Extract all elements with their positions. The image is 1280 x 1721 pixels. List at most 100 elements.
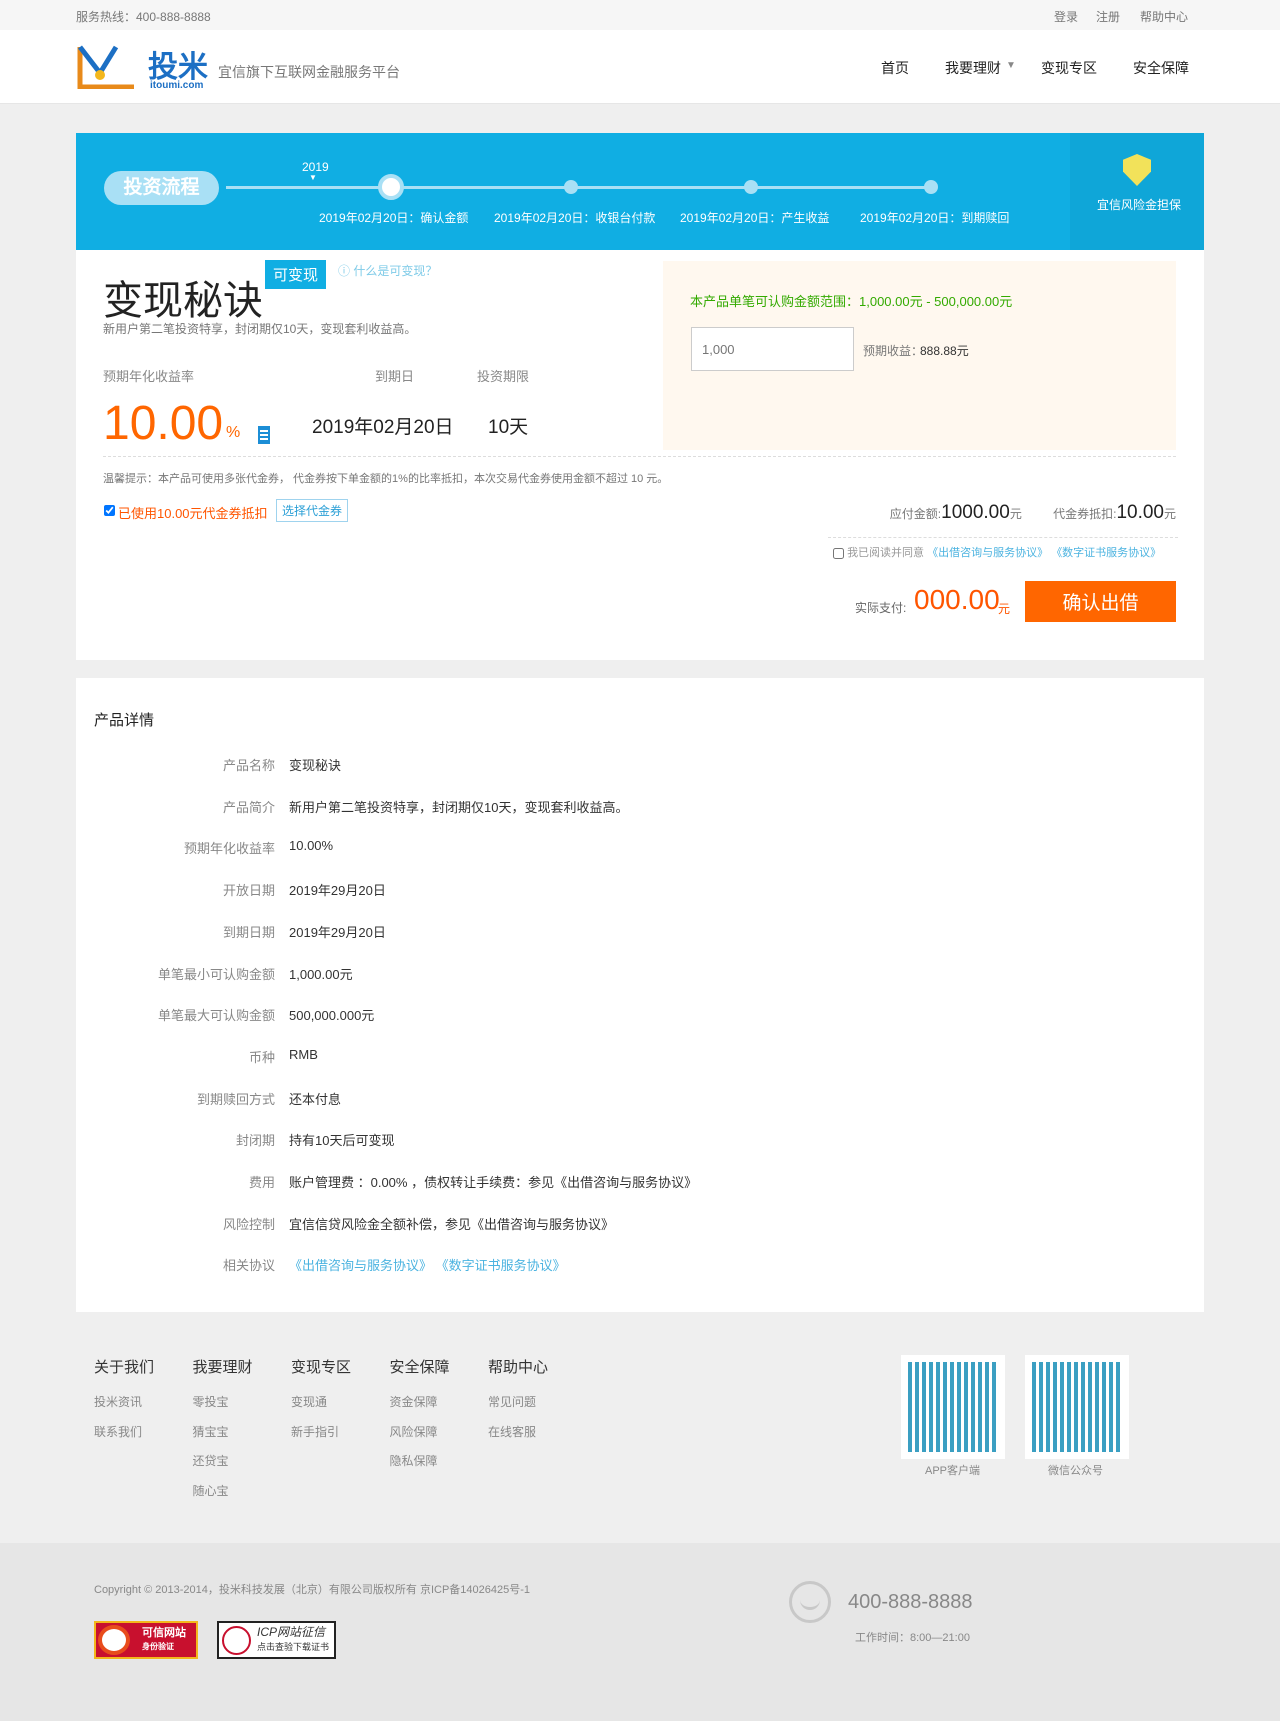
service-phone: 400-888-8888 <box>848 1591 973 1613</box>
agreement-link[interactable]: 《出借咨询与服务协议》 <box>927 547 1048 559</box>
footer-column-title: 帮助中心 <box>488 1359 549 1376</box>
detail-value: 10.00% <box>289 838 333 853</box>
term-value: 10天 <box>488 417 529 438</box>
payable-label: 应付金额: <box>889 507 942 521</box>
nav-cashout[interactable]: 变现专区 <box>1041 58 1097 78</box>
actual-pay-value: 000.00 <box>914 584 1000 615</box>
detail-value: 1,000.00元 <box>289 964 353 983</box>
unit: 元 <box>998 602 1011 616</box>
copyright: Copyright © 2013-2014，投米科技发展（北京）有限公司版权所有… <box>94 1584 531 1596</box>
rate-value: 10.00 <box>103 397 224 450</box>
agreement-link[interactable]: 《数字证书服务协议》 <box>436 1258 566 1273</box>
shield-icon <box>1123 154 1151 186</box>
detail-value-text: RMB <box>289 1046 318 1062</box>
calculator-icon[interactable] <box>258 426 270 444</box>
term-label: 投资期限 <box>477 369 530 384</box>
detail-value-text: 持有10天后可变现 <box>289 1133 395 1149</box>
step-label: 2019年02月20日：确认金额 <box>319 211 469 225</box>
icp-badge[interactable]: ICP网站征信点击查验下载证书 <box>217 1621 336 1659</box>
footer-link[interactable]: 零投宝 <box>193 1395 229 1409</box>
nav-security[interactable]: 安全保障 <box>1133 58 1189 78</box>
detail-value: 变现秘诀 <box>289 755 341 774</box>
customer-service-icon <box>789 1581 831 1623</box>
footer-column: 关于我们 投米资讯 联系我们 <box>94 1356 154 1452</box>
voucher-used: 已使用10.00元代金券抵扣 <box>118 506 268 521</box>
product-card: 变现秘诀 可变现 ⓘ 什么是可变现？ 新用户第二笔投资特享，封闭期仅10天，变现… <box>76 250 1204 660</box>
wechat-qr-code <box>1025 1355 1129 1459</box>
detail-value-text: 2019年29月20日 <box>289 883 386 899</box>
footer-link[interactable]: 风险保障 <box>390 1425 438 1439</box>
help-link[interactable]: 帮助中心 <box>1140 8 1188 25</box>
detail-label: 封闭期 <box>235 1133 275 1149</box>
step-dot <box>564 180 578 194</box>
detail-value-text: 宜信信贷风险金全额补偿，参见《出借咨询与服务协议》 <box>289 1216 615 1232</box>
detail-value: 宜信信贷风险金全额补偿，参见《出借咨询与服务协议》 <box>289 1214 614 1233</box>
register-link[interactable]: 注册 <box>1096 8 1120 25</box>
footer-bottom: Copyright © 2013-2014，投米科技发展（北京）有限公司版权所有… <box>0 1543 1280 1721</box>
footer-link[interactable]: 新手指引 <box>291 1425 339 1439</box>
step-dot-current <box>378 174 404 200</box>
help-text: 什么是可变现？ <box>353 264 438 278</box>
step-label: 2019年02月20日：产生收益 <box>680 211 830 225</box>
agreement-link[interactable]: 《出借咨询与服务协议》 <box>289 1258 432 1273</box>
footer-link[interactable]: 资金保障 <box>390 1395 438 1409</box>
detail-value: 新用户第二笔投资特享，封闭期仅10天，变现套利收益高。 <box>289 797 628 816</box>
select-voucher-button[interactable]: 选择代金券 <box>276 499 349 522</box>
due-label: 到期日 <box>375 369 415 384</box>
login-link[interactable]: 登录 <box>1054 8 1078 25</box>
divider <box>828 537 1178 538</box>
rate-label: 预期年化收益率 <box>103 369 195 384</box>
nav-home[interactable]: 首页 <box>881 58 909 78</box>
voucher-deduct-label: 代金券抵扣: <box>1053 507 1117 521</box>
payment-summary: 应付金额:1000.00元 代金券抵扣:10.00元 <box>866 502 1176 524</box>
confirm-lend-button[interactable]: 确认出借 <box>1025 581 1176 622</box>
actual-pay-label: 实际支付: <box>855 601 907 615</box>
app-qr-code <box>901 1355 1005 1459</box>
detail-value: 持有10天后可变现 <box>289 1130 394 1149</box>
detail-label: 开放日期 <box>222 883 275 899</box>
nav-invest[interactable]: 我要理财 <box>945 58 1001 78</box>
detail-value-text: 10.00% <box>289 838 334 854</box>
footer-link[interactable]: 隐私保障 <box>390 1454 438 1468</box>
voucher-deduct-value: 10.00 <box>1116 502 1164 523</box>
footer-column: 我要理财零投宝猜宝宝还贷宝随心宝 <box>193 1356 253 1511</box>
footer-link[interactable]: 在线客服 <box>488 1425 536 1439</box>
detail-value: 《出借咨询与服务协议》 《数字证书服务协议》 <box>289 1255 566 1274</box>
qr-label: APP客户端 <box>925 1465 981 1477</box>
detail-label: 单笔最小可认购金额 <box>157 966 275 982</box>
what-is-cashable-link[interactable]: ⓘ 什么是可变现？ <box>338 262 437 279</box>
badge-text: ICP网站征信 <box>257 1625 326 1639</box>
detail-label: 产品名称 <box>222 758 275 773</box>
agreement-line: 我已阅读并同意 《出借咨询与服务协议》 《数字证书服务协议》 <box>833 544 1161 560</box>
detail-value-text: 还本付息 <box>289 1091 342 1107</box>
footer-link[interactable]: 猜宝宝 <box>193 1425 229 1439</box>
detail-label: 到期赎回方式 <box>196 1091 275 1107</box>
guarantee-label: 宜信风险金担保 <box>1097 198 1182 212</box>
step-dot <box>744 180 758 194</box>
logo-icon[interactable] <box>76 43 136 90</box>
detail-value: RMB <box>289 1047 318 1062</box>
footer-column-title: 安全保障 <box>389 1359 450 1376</box>
product-desc: 新用户第二笔投资特享，封闭期仅10天，变现套利收益高。 <box>103 322 417 336</box>
footer-link[interactable]: 变现通 <box>291 1395 327 1409</box>
footer-link[interactable]: 随心宝 <box>193 1484 229 1498</box>
purchase-panel: 本产品单笔可认购金额范围：1,000.00元 - 500,000.00元 预期收… <box>663 261 1176 450</box>
detail-value: 2019年29月20日 <box>289 880 386 899</box>
hotline: 服务热线：400-888-8888 <box>76 10 211 24</box>
voucher-checkbox[interactable] <box>104 505 115 516</box>
footer-column-title: 变现专区 <box>291 1359 352 1376</box>
footer-links: 关于我们 投米资讯 联系我们 我要理财 零投宝 猜宝宝 还贷宝 随心宝 变现专区 变现通 新手指引安… <box>94 1356 654 1516</box>
amount-input[interactable] <box>691 327 854 371</box>
footer-link[interactable]: 联系我们 <box>94 1425 142 1439</box>
footer-link[interactable]: 还贷宝 <box>193 1454 229 1468</box>
badge-text: 点击查验下载证书 <box>257 1642 330 1652</box>
agree-checkbox[interactable] <box>833 547 844 559</box>
footer-link[interactable]: 常见问题 <box>488 1395 536 1409</box>
badge-text: 身份验证 <box>142 1642 174 1651</box>
detail-label: 到期日期 <box>222 924 275 940</box>
trusted-site-badge[interactable]: 可信网站 身份验证 <box>94 1621 198 1659</box>
footer-column-title: 我要理财 <box>192 1359 253 1376</box>
expected-value: 888.88元 <box>920 344 969 358</box>
agreement-link[interactable]: 《数字证书服务协议》 <box>1051 547 1161 559</box>
footer-link[interactable]: 投米资讯 <box>94 1395 142 1409</box>
